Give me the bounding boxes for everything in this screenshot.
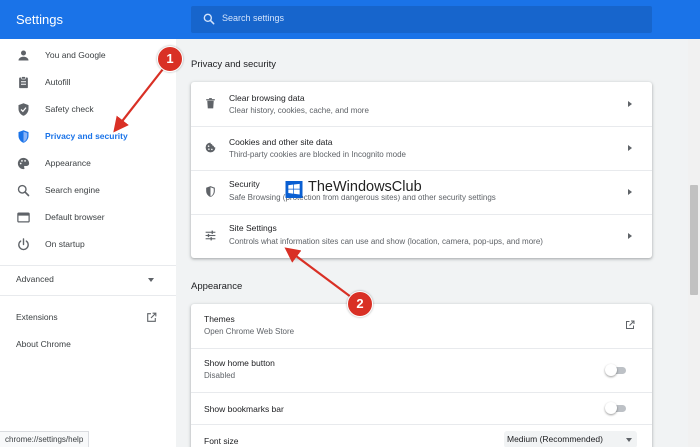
sidebar-item-safety-check[interactable]: Safety check [0, 97, 176, 123]
page-title: Settings [16, 12, 63, 27]
row-title: Cookies and other site data [229, 137, 333, 147]
open-in-new-icon[interactable] [624, 319, 636, 331]
privacy-section-title: Privacy and security [191, 59, 277, 70]
chevron-right-icon [628, 189, 632, 195]
row-subtitle: Controls what information sites can use … [229, 237, 543, 246]
palette-icon [17, 157, 30, 170]
sidebar-divider [0, 295, 176, 296]
sidebar-item-privacy-and-security[interactable]: Privacy and security [0, 124, 176, 150]
row-font-size: Font size Medium (Recommended) [191, 424, 652, 447]
sidebar-item-about-chrome[interactable]: About Chrome [16, 339, 71, 349]
sidebar-item-label: Privacy and security [45, 131, 128, 141]
top-app-bar: Settings Search settings [0, 0, 700, 39]
shield-check-icon [18, 103, 29, 116]
font-size-select[interactable]: Medium (Recommended) [504, 431, 637, 447]
appearance-section-title: Appearance [191, 281, 243, 292]
row-title: Font size [204, 436, 239, 446]
sidebar-item-appearance[interactable]: Appearance [0, 151, 176, 177]
row-themes[interactable]: Themes Open Chrome Web Store [191, 304, 652, 348]
row-cookies[interactable]: Cookies and other site data Third-party … [191, 126, 652, 170]
search-icon [203, 13, 215, 25]
open-in-new-icon[interactable] [145, 311, 158, 324]
row-subtitle: Clear history, cookies, cache, and more [229, 106, 369, 115]
shield-half-icon [206, 186, 215, 197]
annotation-badge-2: 2 [347, 291, 373, 317]
sidebar-item-default-browser[interactable]: Default browser [0, 205, 176, 231]
bookmarks-bar-toggle[interactable] [605, 402, 627, 414]
chevron-right-icon [628, 233, 632, 239]
chevron-down-icon[interactable] [148, 278, 154, 282]
chevron-right-icon [628, 101, 632, 107]
toggle-knob [605, 402, 617, 414]
privacy-card: Clear browsing data Clear history, cooki… [191, 82, 652, 258]
sidebar-item-search-engine[interactable]: Search engine [0, 178, 176, 204]
sidebar-item-label: Safety check [45, 104, 94, 114]
sidebar: You and Google Autofill Safety check Pri… [0, 39, 176, 447]
power-icon [18, 238, 29, 251]
row-subtitle: Open Chrome Web Store [204, 327, 295, 336]
chevron-right-icon [628, 145, 632, 151]
toggle-knob [605, 364, 617, 376]
sidebar-item-label: Autofill [45, 77, 71, 87]
sidebar-item-on-startup[interactable]: On startup [0, 232, 176, 258]
row-subtitle: Third-party cookies are blocked in Incog… [229, 150, 406, 159]
scrollbar-thumb[interactable] [690, 185, 698, 295]
trash-icon [206, 98, 215, 109]
watermark-text: TheWindowsClub [306, 179, 424, 195]
row-clear-browsing-data[interactable]: Clear browsing data Clear history, cooki… [191, 82, 652, 126]
row-subtitle: Disabled [204, 371, 236, 380]
sidebar-item-extensions[interactable]: Extensions [16, 312, 58, 322]
row-show-home-button[interactable]: Show home button Disabled [191, 348, 652, 392]
sidebar-item-label: Appearance [45, 158, 91, 168]
person-icon [18, 50, 29, 61]
sidebar-divider [0, 265, 176, 266]
row-site-settings[interactable]: Site Settings Controls what information … [191, 214, 652, 258]
sidebar-item-label: You and Google [45, 50, 106, 60]
windows-logo-icon [285, 181, 303, 198]
row-title: Show home button [204, 358, 275, 368]
row-title: Security [229, 179, 260, 189]
search-icon [17, 184, 30, 197]
row-title: Themes [204, 314, 235, 324]
row-title: Show bookmarks bar [204, 404, 284, 414]
row-title: Site Settings [229, 223, 277, 233]
font-size-value: Medium (Recommended) [507, 434, 603, 444]
home-button-toggle[interactable] [605, 364, 627, 376]
shield-half-icon [18, 130, 29, 143]
sliders-icon [205, 230, 216, 241]
sidebar-item-label: On startup [45, 239, 85, 249]
row-show-bookmarks-bar[interactable]: Show bookmarks bar [191, 392, 652, 424]
cookie-icon [205, 142, 216, 153]
chevron-down-icon [626, 438, 632, 442]
search-input[interactable]: Search settings [222, 13, 284, 23]
sidebar-item-label: Search engine [45, 185, 100, 195]
row-title: Clear browsing data [229, 93, 305, 103]
sidebar-item-autofill[interactable]: Autofill [0, 70, 176, 96]
clipboard-icon [19, 76, 28, 89]
sidebar-item-you-and-google[interactable]: You and Google [0, 43, 176, 69]
search-field[interactable]: Search settings [191, 6, 652, 33]
sidebar-item-label: Default browser [45, 212, 105, 222]
sidebar-advanced[interactable]: Advanced [16, 274, 54, 284]
status-url: chrome://settings/help [0, 431, 90, 447]
annotation-badge-1: 1 [157, 46, 183, 72]
browser-icon [17, 212, 30, 223]
page-scrollbar[interactable] [688, 39, 700, 447]
appearance-card: Themes Open Chrome Web Store Show home b… [191, 304, 652, 447]
